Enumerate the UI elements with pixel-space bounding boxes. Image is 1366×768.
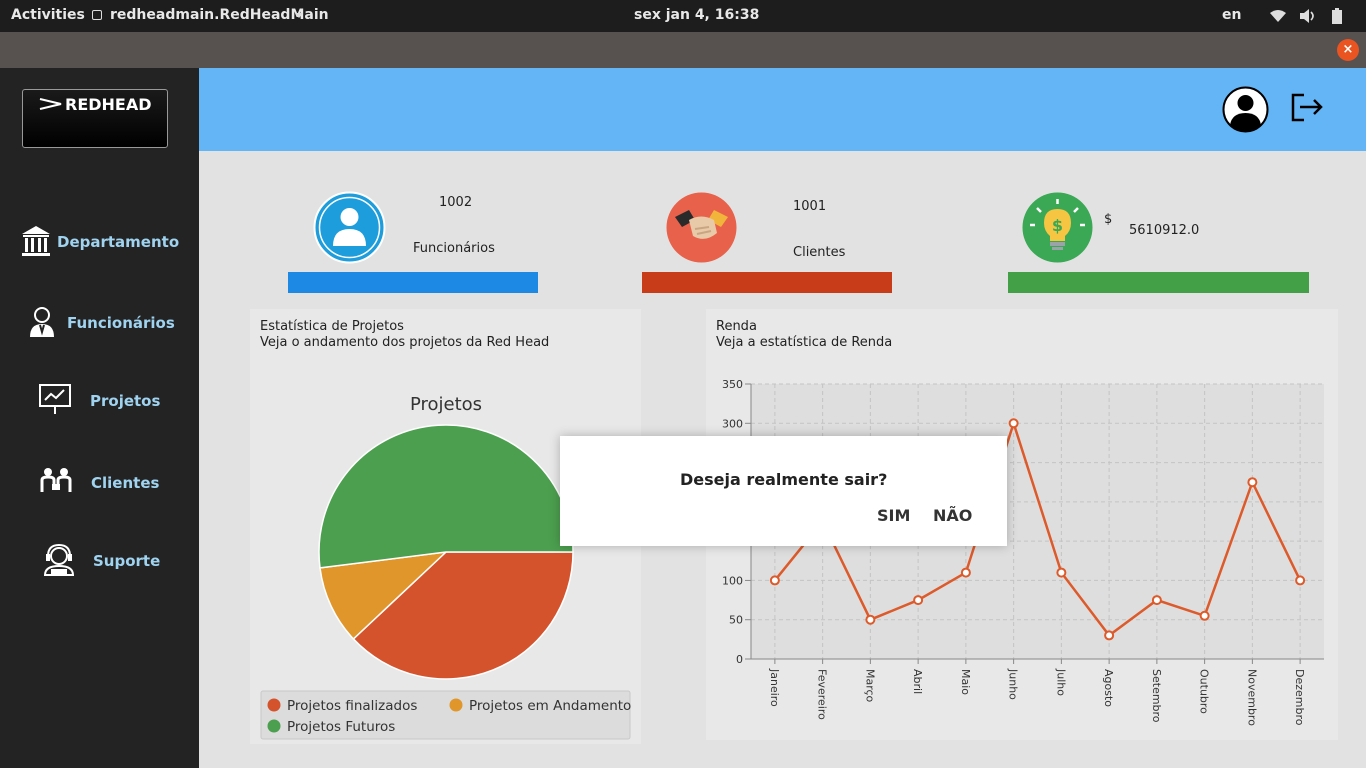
svg-text:$: $ <box>1052 216 1063 235</box>
redhead-logo: REDHEAD <box>22 89 168 148</box>
legend-marker <box>267 698 281 712</box>
income-total: 5610912.0 <box>1129 223 1200 238</box>
dialog-message: Deseja realmente sair? <box>680 470 888 489</box>
sidebar-item-label: Clientes <box>91 474 160 492</box>
clients-color-bar <box>642 272 892 293</box>
yes-button[interactable]: SIM <box>877 506 910 525</box>
legend-label: Projetos Futuros <box>287 719 395 735</box>
window-icon <box>92 10 102 20</box>
sidebar-item-funcionarios[interactable]: Funcionários <box>18 302 193 342</box>
data-point <box>1151 595 1162 606</box>
person-icon <box>313 191 386 264</box>
data-point <box>1247 477 1258 488</box>
logo-arrow-icon <box>39 98 62 110</box>
projects-panel-subtitle: Veja o andamento dos projetos da Red Hea… <box>260 335 550 350</box>
close-window-button[interactable]: × <box>1337 39 1359 61</box>
support-icon <box>43 543 75 576</box>
bank-icon <box>22 226 50 256</box>
user-avatar-icon[interactable] <box>1222 86 1269 133</box>
income-color-bar <box>1008 272 1309 293</box>
logo-text: REDHEAD <box>65 95 152 114</box>
sidebar-item-label: Suporte <box>93 552 161 570</box>
handshake-icon <box>666 192 737 263</box>
projects-pie-chart: Projetos Projetos finalizados Projetos em … <box>260 394 631 740</box>
window-title-bar <box>0 32 1366 68</box>
presentation-icon <box>39 384 71 414</box>
y-tick-label: 50 <box>729 614 743 627</box>
data-point <box>1295 575 1306 586</box>
x-tick-label: Setembro <box>1150 669 1163 723</box>
x-tick-label: Novembro <box>1245 669 1258 726</box>
data-point <box>769 575 780 586</box>
sidebar-item-clientes[interactable]: Clientes <box>18 462 193 502</box>
data-point <box>913 595 924 606</box>
x-tick-label: Dezembro <box>1293 669 1306 726</box>
employees-count: 1002 <box>439 195 473 210</box>
clients-icon <box>40 468 72 492</box>
volume-icon[interactable] <box>1299 8 1317 24</box>
y-tick-label: 0 <box>736 653 743 666</box>
clients-label: Clientes <box>793 245 846 260</box>
sidebar-item-label: Departamento <box>57 233 180 251</box>
employees-color-bar <box>288 272 538 293</box>
x-tick-label: Março <box>863 669 876 703</box>
sidebar-item-suporte[interactable]: Suporte <box>18 540 193 580</box>
wifi-icon[interactable] <box>1270 9 1286 23</box>
income-line-chart: 050100150200250300350JaneiroFevereiroMar… <box>722 378 1324 726</box>
y-tick-label: 100 <box>722 574 743 587</box>
employee-icon <box>30 307 54 337</box>
sidebar-item-departamento[interactable]: Departamento <box>18 222 193 262</box>
x-tick-label: Outubro <box>1198 669 1211 714</box>
legend-label: Projetos em Andamento <box>469 698 631 714</box>
data-point <box>1104 630 1115 641</box>
legend-marker <box>449 698 463 712</box>
y-tick-label: 350 <box>722 378 743 391</box>
data-point <box>865 614 876 625</box>
currency-symbol: $ <box>1104 212 1113 227</box>
clock[interactable]: sex jan 4, 16:38 <box>634 7 759 23</box>
x-tick-label: Janeiro <box>768 668 781 707</box>
legend-marker <box>267 719 281 733</box>
employees-label: Funcionários <box>413 241 495 256</box>
logout-icon[interactable] <box>1290 91 1324 123</box>
legend-label: Projetos finalizados <box>287 698 417 714</box>
confirm-exit-dialog: Deseja realmente sair? SIM NÃO <box>560 436 1007 546</box>
pie-slice <box>318 424 574 569</box>
sidebar-item-label: Funcionários <box>67 314 175 332</box>
chevron-down-icon <box>295 13 303 18</box>
pie-title: Projetos <box>410 394 482 415</box>
system-top-bar: Activities redheadmain.RedHeadMain sex j… <box>0 0 1366 32</box>
battery-icon[interactable] <box>1332 8 1342 24</box>
header-bar <box>199 68 1366 151</box>
income-panel-title: Renda <box>716 319 757 334</box>
x-tick-label: Abril <box>911 669 924 694</box>
lightbulb-dollar-icon: $ <box>1022 192 1093 263</box>
income-panel-subtitle: Veja a estatística de Renda <box>716 335 893 350</box>
sidebar-item-projetos[interactable]: Projetos <box>18 380 193 420</box>
x-tick-label: Fevereiro <box>816 669 829 720</box>
sidebar-item-label: Projetos <box>90 392 161 410</box>
data-point <box>1199 610 1210 621</box>
x-tick-label: Junho <box>1007 668 1020 700</box>
clients-count: 1001 <box>793 199 827 214</box>
x-tick-label: Agosto <box>1102 669 1115 707</box>
no-button[interactable]: NÃO <box>933 506 972 525</box>
data-point <box>1008 418 1019 429</box>
projects-panel-title: Estatística de Projetos <box>260 319 404 334</box>
x-tick-label: Julho <box>1054 668 1067 696</box>
data-point <box>1056 567 1067 578</box>
y-tick-label: 300 <box>722 417 743 430</box>
x-tick-label: Maio <box>959 669 972 695</box>
activities-button[interactable]: Activities <box>11 7 85 23</box>
data-point <box>960 567 971 578</box>
language-indicator[interactable]: en <box>1222 7 1241 23</box>
